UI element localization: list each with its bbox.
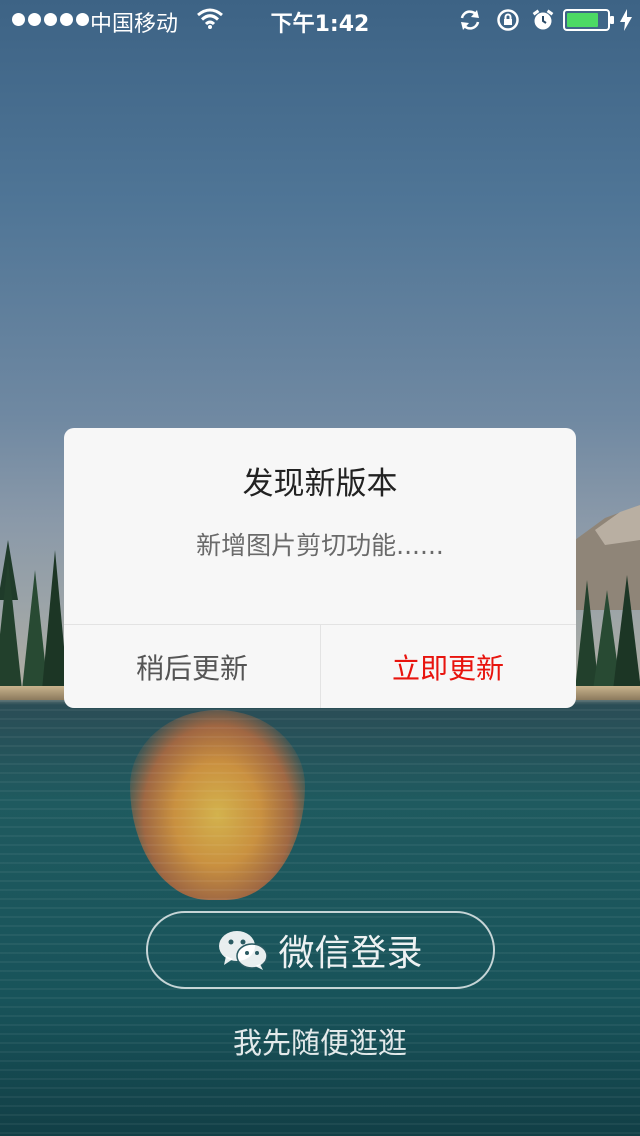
- sync-icon: [460, 10, 480, 30]
- wechat-login-label: 微信登录: [278, 933, 423, 974]
- browse-as-guest-link[interactable]: 我先随便逛逛: [0, 1020, 640, 1062]
- wechat-icon: [219, 931, 269, 970]
- trees-right-illustration: [575, 575, 640, 690]
- dialog-title: 发现新版本: [242, 466, 398, 502]
- battery-icon: [563, 9, 614, 31]
- alarm-icon: [532, 9, 554, 30]
- update-dialog: 发现新版本 新增图片剪切功能...... 稍后更新 立即更新: [64, 428, 576, 708]
- trees-left-illustration: [0, 540, 68, 690]
- wechat-login-button[interactable]: 微信登录: [146, 911, 495, 989]
- rotation-lock-icon: [497, 9, 519, 31]
- status-bar: 中国移动 下午1:42: [0, 0, 640, 40]
- dialog-message: 新增图片剪切功能......: [196, 531, 444, 560]
- update-now-button[interactable]: 立即更新: [320, 625, 576, 708]
- charging-bolt-icon: [620, 9, 632, 31]
- update-later-button[interactable]: 稍后更新: [64, 625, 320, 708]
